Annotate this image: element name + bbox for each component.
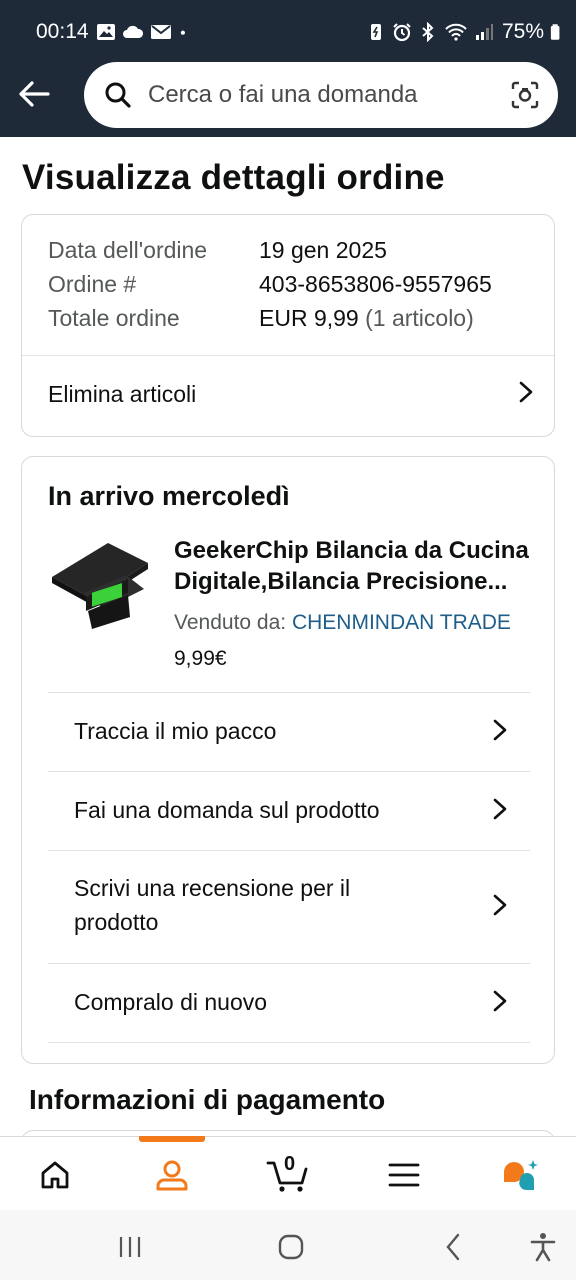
divider — [48, 692, 530, 693]
home-icon — [41, 1161, 69, 1189]
product-price: 9,99€ — [174, 647, 227, 670]
camera-scan-icon[interactable] — [510, 80, 540, 110]
alarm-icon — [393, 23, 411, 42]
buy-again-label: Compralo di nuovo — [74, 988, 268, 1015]
chat-assistant-icon — [504, 1160, 538, 1191]
nav-rufus-assistant[interactable] — [500, 1155, 540, 1195]
page-title: Visualizza dettagli ordine — [22, 158, 445, 197]
ask-question-label: Fai una domanda sul prodotto — [74, 796, 380, 823]
order-info: Data dell'ordine 19 gen 2025 Ordine # 40… — [48, 233, 492, 335]
write-review-link[interactable]: Scrivi una recensione per il prodotto — [74, 871, 474, 941]
delete-items-link[interactable]: Elimina articoli — [48, 377, 538, 411]
sold-by-label: Venduto da: — [174, 611, 287, 634]
battery-icon — [550, 24, 560, 40]
seller-link[interactable]: CHENMINDAN TRADE — [292, 611, 511, 634]
wifi-icon — [445, 23, 467, 41]
order-number-row: Ordine # 403-8653806-9557965 — [48, 267, 492, 301]
sold-by: Venduto da: CHENMINDAN TRADE — [174, 611, 511, 635]
chevron-left-icon — [446, 1233, 460, 1261]
accessibility-button[interactable] — [528, 1232, 558, 1262]
search-icon — [105, 82, 131, 108]
order-summary-card: Data dell'ordine 19 gen 2025 Ordine # 40… — [21, 214, 555, 437]
nav-menu[interactable] — [384, 1155, 424, 1195]
battery-percent: 75% — [501, 20, 544, 43]
status-time: 00:14 — [36, 20, 89, 43]
home-button[interactable] — [276, 1232, 306, 1262]
top-bar: 00:14 75% — [0, 0, 576, 137]
nav-home[interactable] — [35, 1155, 75, 1195]
order-date-row: Data dell'ordine 19 gen 2025 — [48, 233, 492, 267]
product-title[interactable]: GeekerChip Bilancia da Cucina Digitale,B… — [174, 535, 534, 597]
write-review-label: Scrivi una recensione per il — [74, 875, 351, 901]
order-date-label: Data dell'ordine — [48, 237, 208, 263]
divider — [48, 771, 530, 772]
system-nav-bar — [0, 1210, 576, 1280]
status-bar: 00:14 75% — [0, 0, 576, 62]
recent-apps-icon — [119, 1237, 141, 1257]
back-system-button[interactable] — [438, 1232, 468, 1262]
bluetooth-icon — [422, 22, 434, 42]
recent-apps-button[interactable] — [115, 1232, 145, 1262]
divider — [22, 355, 554, 356]
menu-icon — [388, 1163, 420, 1187]
product-title-line1: GeekerChip Bilancia da Cucina — [174, 537, 529, 564]
user-icon — [156, 1160, 188, 1191]
shipment-card: In arrivo mercoledì GeekerChip Bilancia … — [21, 456, 555, 1064]
order-number-label: Ordine # — [48, 271, 137, 297]
back-button[interactable] — [16, 76, 52, 112]
product-image[interactable] — [48, 539, 152, 629]
home-circle-icon — [278, 1234, 304, 1260]
order-date-value: 19 gen 2025 — [259, 237, 387, 263]
divider — [48, 963, 530, 964]
order-item-count: (1 articolo) — [365, 305, 474, 331]
cart-count: 0 — [284, 1153, 296, 1175]
buy-again-link[interactable]: Compralo di nuovo — [74, 984, 514, 1020]
delete-items-label: Elimina articoli — [48, 380, 197, 407]
order-total-row: Totale ordine EUR 9,99 (1 articolo) — [48, 301, 492, 335]
delivery-status-title: In arrivo mercoledì — [48, 481, 290, 511]
signal-icon — [475, 24, 493, 40]
write-review-label-line2: prodotto — [74, 909, 159, 935]
battery-saver-icon — [370, 24, 381, 40]
arrow-left-icon — [19, 81, 50, 107]
chevron-right-icon — [493, 990, 507, 1012]
accessibility-icon — [530, 1233, 556, 1262]
order-number-value: 403-8653806-9557965 — [259, 271, 492, 297]
order-total-value: EUR 9,99 — [259, 305, 359, 331]
dot-icon — [180, 30, 185, 35]
active-tab-indicator — [139, 1136, 205, 1142]
image-icon — [97, 24, 115, 40]
chevron-right-icon — [493, 798, 507, 820]
search-input[interactable] — [148, 76, 498, 114]
mail-icon — [151, 25, 171, 39]
ask-product-question-link[interactable]: Fai una domanda sul prodotto — [74, 792, 514, 828]
track-package-link[interactable]: Traccia il mio pacco — [74, 713, 514, 749]
search-bar[interactable] — [84, 62, 558, 128]
nav-account[interactable] — [152, 1155, 192, 1195]
payment-info-heading: Informazioni di pagamento — [29, 1084, 386, 1115]
order-total-label: Totale ordine — [48, 305, 180, 331]
chevron-right-icon — [493, 719, 507, 741]
divider — [48, 850, 530, 851]
divider — [48, 1042, 530, 1043]
chevron-right-icon — [493, 894, 507, 916]
product-title-line2: Digitale,Bilancia Precisione... — [174, 568, 508, 595]
chevron-right-icon — [519, 381, 533, 403]
track-package-label: Traccia il mio pacco — [74, 717, 277, 744]
cloud-icon — [123, 25, 144, 38]
